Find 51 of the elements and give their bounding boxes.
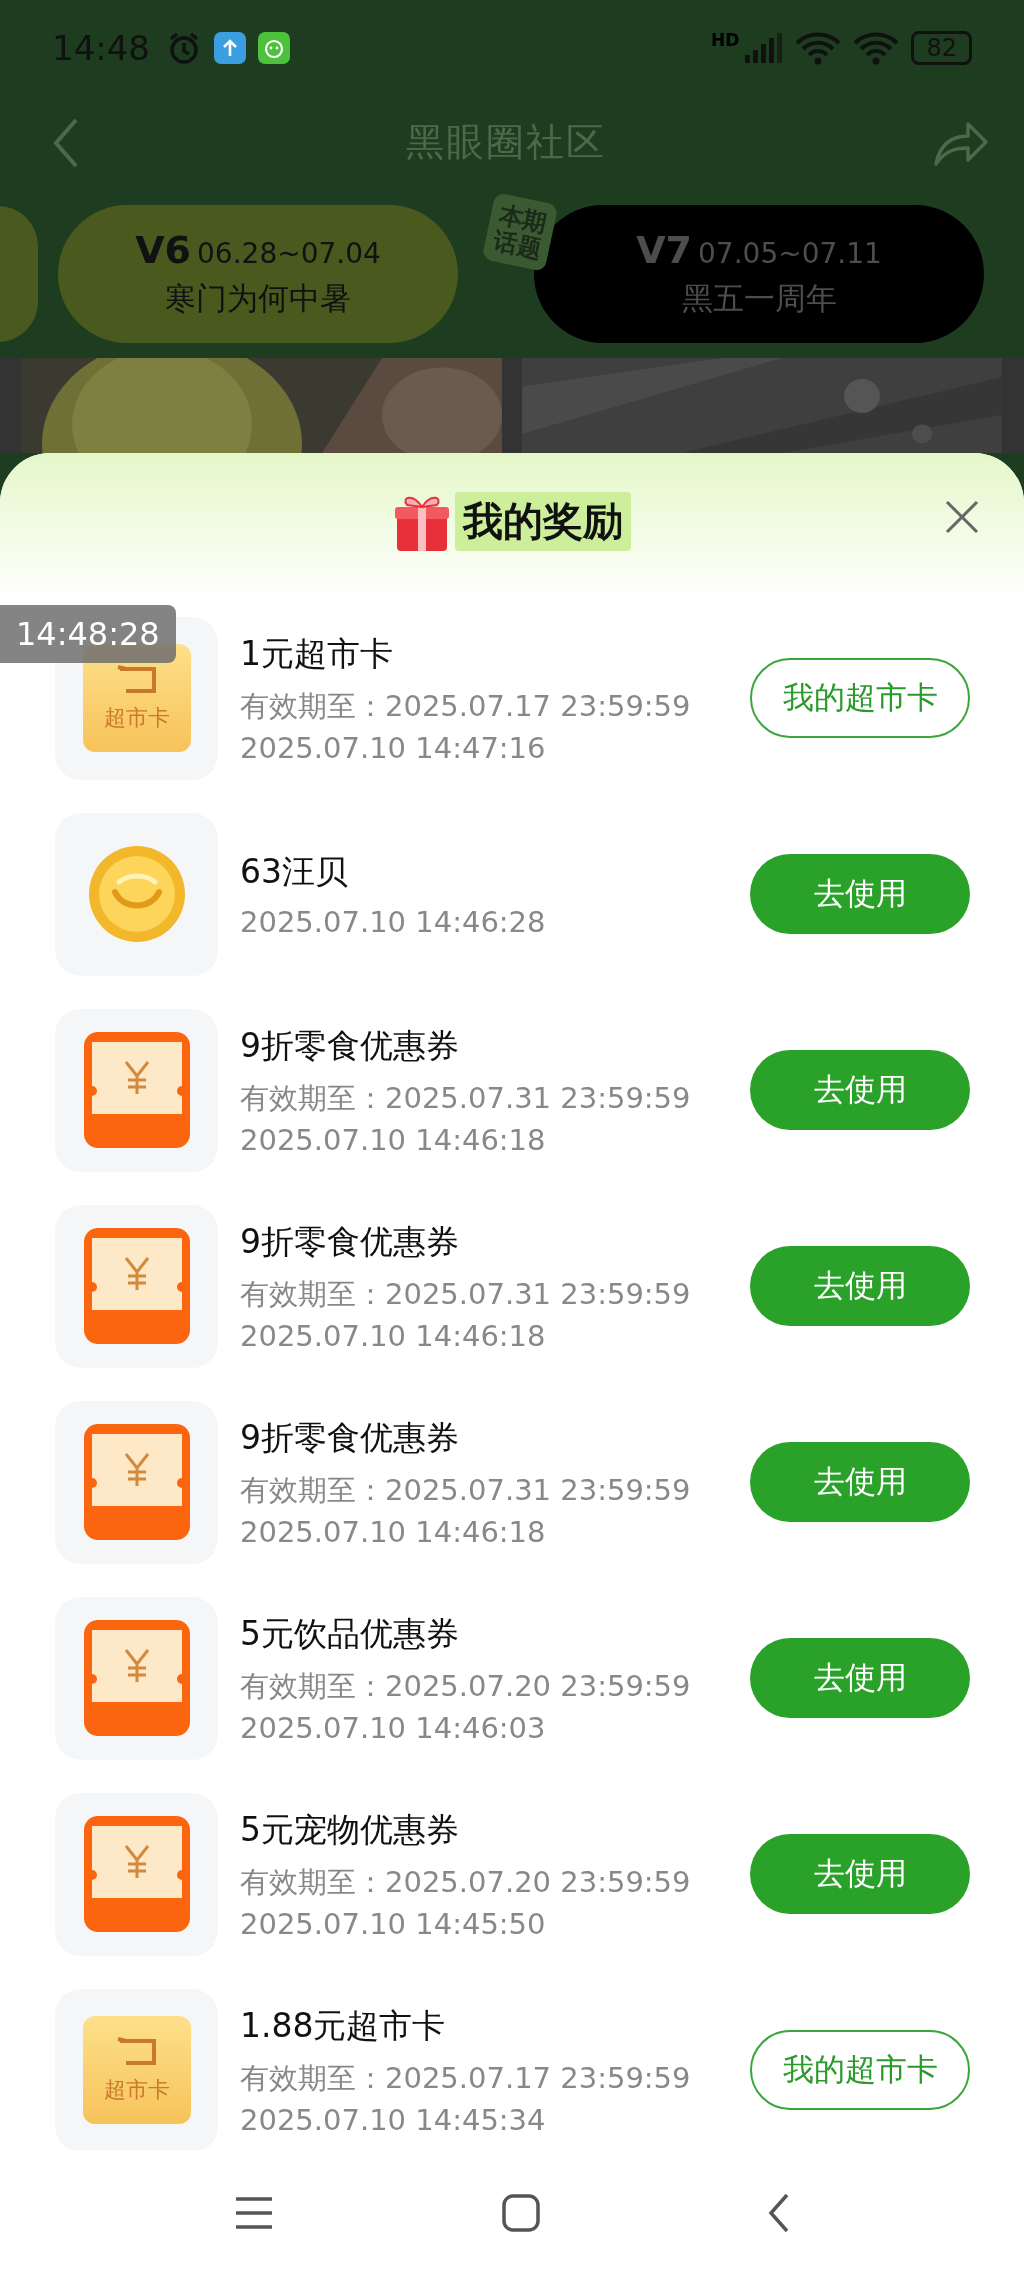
close-icon[interactable] bbox=[944, 499, 980, 535]
coupon-icon bbox=[83, 1816, 190, 1932]
reward-action-button[interactable]: 去使用 bbox=[750, 1442, 970, 1522]
coupon-icon bbox=[83, 1228, 190, 1344]
reward-detail: 有效期至：2025.07.31 23:59:59 bbox=[240, 1275, 692, 1313]
reward-detail: 2025.07.10 14:45:50 bbox=[240, 1906, 547, 1941]
coupon-icon bbox=[83, 1032, 190, 1148]
menu-icon[interactable] bbox=[234, 2196, 274, 2230]
app-icon bbox=[258, 31, 290, 64]
sheet-title: 我的奖励 bbox=[455, 492, 631, 551]
reward-detail: 2025.07.10 14:46:28 bbox=[240, 904, 547, 939]
reward-detail: 2025.07.10 14:46:18 bbox=[240, 1514, 547, 1549]
timestamp-overlay: 14:48:28 bbox=[0, 605, 176, 663]
reward-name: 9折零食优惠券 bbox=[240, 1024, 460, 1067]
coupon-icon bbox=[83, 1424, 190, 1540]
reward-detail: 有效期至：2025.07.20 23:59:59 bbox=[240, 1863, 692, 1901]
reward-action-button[interactable]: 我的超市卡 bbox=[750, 658, 970, 738]
reward-detail: 有效期至：2025.07.17 23:59:59 bbox=[240, 687, 692, 725]
reward-detail: 2025.07.10 14:46:03 bbox=[240, 1710, 547, 1745]
period-tab[interactable]: V6 06.28~07.04 寒门为何中暑 bbox=[58, 205, 458, 343]
reward-detail: 2025.07.10 14:46:18 bbox=[240, 1318, 547, 1353]
reward-action-button[interactable]: 去使用 bbox=[750, 1050, 970, 1130]
upload-app-icon bbox=[214, 31, 246, 64]
supermarket-card-icon: 超市卡 bbox=[82, 2016, 191, 2124]
reward-action-button[interactable]: 去使用 bbox=[750, 1834, 970, 1914]
reward-name: 1.88元超市卡 bbox=[240, 2004, 447, 2047]
period-tab[interactable]: V7 07.05~07.11 黑五一周年 bbox=[534, 205, 984, 343]
reward-name: 5元饮品优惠券 bbox=[240, 1612, 460, 1655]
reward-action-button[interactable]: 去使用 bbox=[750, 1246, 970, 1326]
reward-name: 9折零食优惠券 bbox=[240, 1220, 460, 1263]
reward-detail: 2025.07.10 14:45:34 bbox=[240, 2102, 547, 2137]
reward-detail: 有效期至：2025.07.20 23:59:59 bbox=[240, 1667, 692, 1705]
wifi-icon bbox=[853, 30, 900, 65]
wifi-icon bbox=[795, 30, 842, 65]
reward-name: 9折零食优惠券 bbox=[240, 1416, 460, 1459]
reward-detail: 有效期至：2025.07.31 23:59:59 bbox=[240, 1079, 692, 1117]
reward-detail: 2025.07.10 14:46:18 bbox=[240, 1122, 547, 1157]
reward-action-button[interactable]: 去使用 bbox=[750, 1638, 970, 1718]
reward-action-button[interactable]: 我的超市卡 bbox=[750, 2030, 970, 2110]
reward-action-button[interactable]: 去使用 bbox=[750, 854, 970, 934]
network-label: HD bbox=[711, 30, 740, 50]
signal-icon bbox=[743, 32, 784, 63]
coupon-icon bbox=[83, 1620, 190, 1736]
back-icon[interactable] bbox=[768, 2193, 790, 2233]
reward-detail: 有效期至：2025.07.31 23:59:59 bbox=[240, 1471, 692, 1509]
reward-name: 5元宠物优惠券 bbox=[240, 1808, 460, 1851]
reward-detail: 2025.07.10 14:47:16 bbox=[240, 730, 547, 765]
reward-name: 1元超市卡 bbox=[240, 632, 394, 675]
home-icon[interactable] bbox=[502, 2194, 540, 2232]
reward-detail: 有效期至：2025.07.17 23:59:59 bbox=[240, 2059, 692, 2097]
reward-name: 63汪贝 bbox=[240, 850, 349, 893]
